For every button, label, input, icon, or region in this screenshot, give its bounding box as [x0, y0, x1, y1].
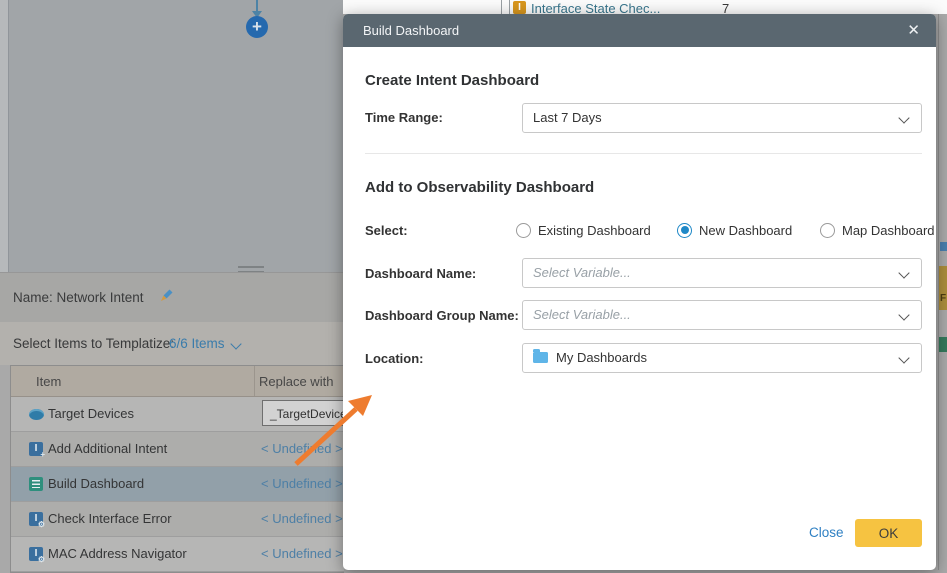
table-row-build-dashboard[interactable]: Build Dashboard < Undefined > [11, 467, 344, 502]
chevron-down-icon [898, 352, 910, 364]
dialog-titlebar[interactable]: Build Dashboard ✕ [343, 14, 936, 47]
dashboard-name-label: Dashboard Name: [365, 266, 477, 281]
dashboard-group-name-label: Dashboard Group Name: [365, 308, 519, 323]
table-row-target-devices[interactable]: Target Devices _TargetDevices [11, 397, 354, 432]
placeholder-text: Select Variable... [533, 265, 631, 280]
build-dashboard-icon [29, 477, 43, 491]
undefined-link[interactable]: < Undefined > [261, 476, 343, 491]
radio-new-dashboard[interactable]: New Dashboard [677, 220, 792, 240]
interface-state-check-count: 7 [722, 1, 730, 14]
intent-icon: I [513, 1, 526, 14]
right-strip-yellow-fragment: F [939, 266, 947, 310]
intent-name-bar: Name: Network Intent [0, 272, 343, 323]
plus-badge-icon: + [40, 450, 45, 459]
row-label: Build Dashboard [48, 476, 145, 491]
table-row-add-additional-intent[interactable]: I + Add Additional Intent < Undefined > [11, 432, 344, 467]
chevron-down-icon [898, 267, 910, 279]
table-row-mac-address-navigator[interactable]: I ⚙ MAC Address Navigator < Undefined > [11, 537, 344, 572]
build-dashboard-dialog: Build Dashboard ✕ Create Intent Dashboar… [343, 14, 936, 570]
column-divider [254, 366, 255, 396]
panel-divider [509, 0, 510, 14]
add-intent-icon: I + [29, 442, 45, 459]
right-strip-blue-fragment [940, 242, 947, 251]
undefined-link[interactable]: < Undefined > [261, 546, 343, 561]
placeholder-text: Select Variable... [533, 307, 631, 322]
mac-address-navigator-icon: I ⚙ [29, 547, 45, 564]
row-label: Target Devices [48, 406, 134, 421]
edit-pencil-icon[interactable] [158, 289, 173, 304]
intent-flow-canvas: + [0, 0, 343, 273]
dashboard-lines-glyph [32, 480, 40, 488]
radio-existing-dashboard[interactable]: Existing Dashboard [516, 220, 651, 240]
column-header-replace-with: Replace with [259, 374, 334, 389]
templatize-items-link[interactable]: 6/6 Items [169, 336, 225, 351]
dashboard-group-name-select[interactable]: Select Variable... [522, 300, 922, 330]
gear-badge-icon: ⚙ [37, 555, 45, 564]
close-icon[interactable]: ✕ [907, 21, 920, 39]
app-screen: + I Interface State Chec... 7 Name: Netw… [0, 0, 947, 573]
close-button[interactable]: Close [809, 525, 844, 540]
interface-state-check-link[interactable]: Interface State Chec... [531, 1, 660, 14]
check-interface-error-icon: I ⚙ [29, 512, 45, 529]
time-range-value: Last 7 Days [533, 110, 602, 125]
chevron-down-icon[interactable] [230, 338, 242, 350]
panel-divider [501, 0, 502, 14]
location-select[interactable]: My Dashboards [522, 343, 922, 373]
table-row-check-interface-error[interactable]: I ⚙ Check Interface Error < Undefined > [11, 502, 344, 537]
panel-drag-handle[interactable] [238, 266, 264, 268]
templatize-items-table: Item Replace with Target Devices _Target… [10, 365, 354, 573]
row-label: MAC Address Navigator [48, 546, 187, 561]
canvas-left-strip [0, 0, 9, 272]
location-value: My Dashboards [556, 350, 648, 365]
chevron-down-icon [898, 309, 910, 321]
replace-with-input[interactable]: _TargetDevices [262, 400, 354, 426]
time-range-select[interactable]: Last 7 Days [522, 103, 922, 133]
observability-heading: Add to Observability Dashboard [365, 179, 595, 196]
background-top-bar: I Interface State Chec... 7 [343, 0, 947, 14]
ok-button[interactable]: OK [855, 519, 922, 547]
row-label: Check Interface Error [48, 511, 172, 526]
templatize-bar: Select Items to Templatize: 6/6 Items [0, 322, 343, 365]
target-devices-icon [29, 409, 44, 420]
add-node-plus-icon[interactable]: + [246, 16, 268, 38]
section-divider [365, 153, 922, 154]
table-header: Item Replace with [11, 366, 344, 397]
radio-circle-icon[interactable] [820, 222, 835, 238]
column-header-item: Item [36, 374, 62, 389]
dialog-title: Build Dashboard [363, 23, 460, 38]
radio-circle-selected-icon[interactable] [677, 222, 692, 238]
templatize-label: Select Items to Templatize: [13, 336, 175, 351]
folder-icon [533, 349, 548, 363]
intent-name-label: Name: Network Intent [13, 290, 144, 305]
dashboard-name-select[interactable]: Select Variable... [522, 258, 922, 288]
location-label: Location: [365, 351, 424, 366]
gear-badge-icon: ⚙ [37, 520, 45, 529]
create-intent-dashboard-heading: Create Intent Dashboard [365, 72, 540, 89]
undefined-link[interactable]: < Undefined > [261, 441, 343, 456]
undefined-link[interactable]: < Undefined > [261, 511, 343, 526]
right-strip-green-fragment [939, 337, 947, 352]
select-label: Select: [365, 223, 408, 238]
radio-map-dashboard[interactable]: Map Dashboard [820, 220, 935, 240]
radio-label: Existing Dashboard [538, 222, 651, 238]
radio-label: New Dashboard [699, 222, 793, 238]
row-label: Add Additional Intent [48, 441, 168, 456]
chevron-down-icon [898, 112, 910, 124]
radio-label: Map Dashboard [842, 222, 935, 238]
time-range-label: Time Range: [365, 110, 443, 125]
radio-circle-icon[interactable] [516, 222, 531, 238]
